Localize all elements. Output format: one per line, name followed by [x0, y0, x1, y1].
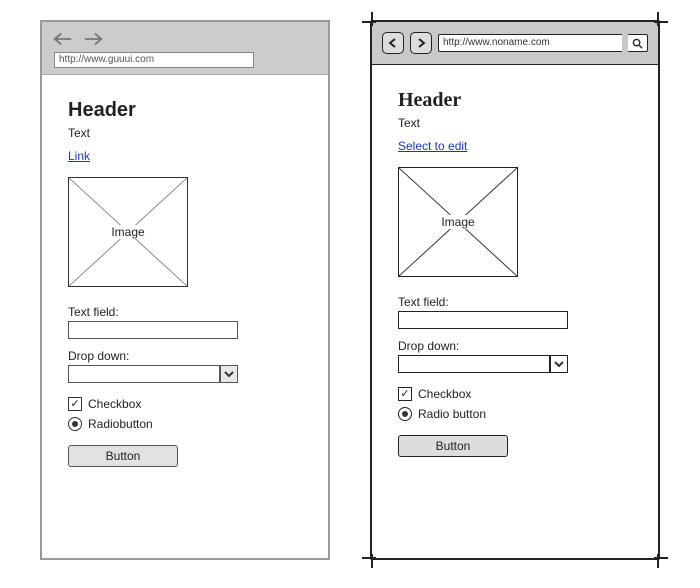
dropdown-button[interactable]: [550, 355, 568, 373]
chevron-down-icon: [554, 359, 564, 369]
dropdown-label: Drop down:: [398, 339, 632, 353]
text-field[interactable]: [68, 321, 238, 339]
page-header: Header: [68, 99, 302, 122]
browser-toolbar: http://www.guuui.com: [42, 22, 328, 75]
chevron-down-icon: [224, 369, 234, 379]
forward-arrow-icon: [415, 37, 427, 49]
url-bar[interactable]: http://www.guuui.com: [54, 52, 254, 68]
forward-button[interactable]: [410, 32, 432, 54]
submit-button[interactable]: Button: [398, 435, 508, 457]
image-placeholder: Image: [398, 167, 518, 277]
dropdown-label: Drop down:: [68, 349, 302, 363]
wireframe-clean: http://www.guuui.com Header Text Link Im…: [40, 20, 330, 560]
back-arrow-icon: [387, 37, 399, 49]
dropdown-button[interactable]: [220, 365, 238, 383]
dropdown-field[interactable]: [68, 365, 220, 383]
page-header: Header: [398, 89, 632, 112]
page-link[interactable]: Link: [68, 149, 90, 163]
textfield-label: Text field:: [398, 295, 632, 309]
image-label: Image: [435, 215, 480, 229]
radio-label: Radiobutton: [88, 417, 153, 431]
checkbox[interactable]: ✓: [398, 387, 412, 401]
page-text: Text: [398, 116, 632, 130]
search-icon: [632, 38, 643, 49]
submit-button[interactable]: Button: [68, 445, 178, 467]
radio-button[interactable]: [398, 407, 412, 421]
text-field[interactable]: [398, 311, 568, 329]
forward-arrow-icon[interactable]: [82, 30, 104, 48]
radio-label: Radio button: [418, 407, 486, 421]
page-link[interactable]: Select to edit: [398, 139, 467, 153]
textfield-label: Text field:: [68, 305, 302, 319]
radio-button[interactable]: [68, 417, 82, 431]
search-button[interactable]: [628, 34, 648, 52]
browser-toolbar: http://www.noname.com: [372, 22, 658, 65]
page-text: Text: [68, 126, 302, 140]
url-bar[interactable]: http://www.noname.com: [438, 34, 622, 52]
back-arrow-icon[interactable]: [52, 30, 74, 48]
dropdown-field[interactable]: [398, 355, 550, 373]
checkbox[interactable]: ✓: [68, 397, 82, 411]
back-button[interactable]: [382, 32, 404, 54]
checkbox-label: Checkbox: [418, 387, 471, 401]
checkbox-label: Checkbox: [88, 397, 141, 411]
image-label: Image: [107, 225, 148, 239]
image-placeholder: Image: [68, 177, 188, 287]
wireframe-sketch: http://www.noname.com Header Text Select…: [370, 20, 660, 560]
